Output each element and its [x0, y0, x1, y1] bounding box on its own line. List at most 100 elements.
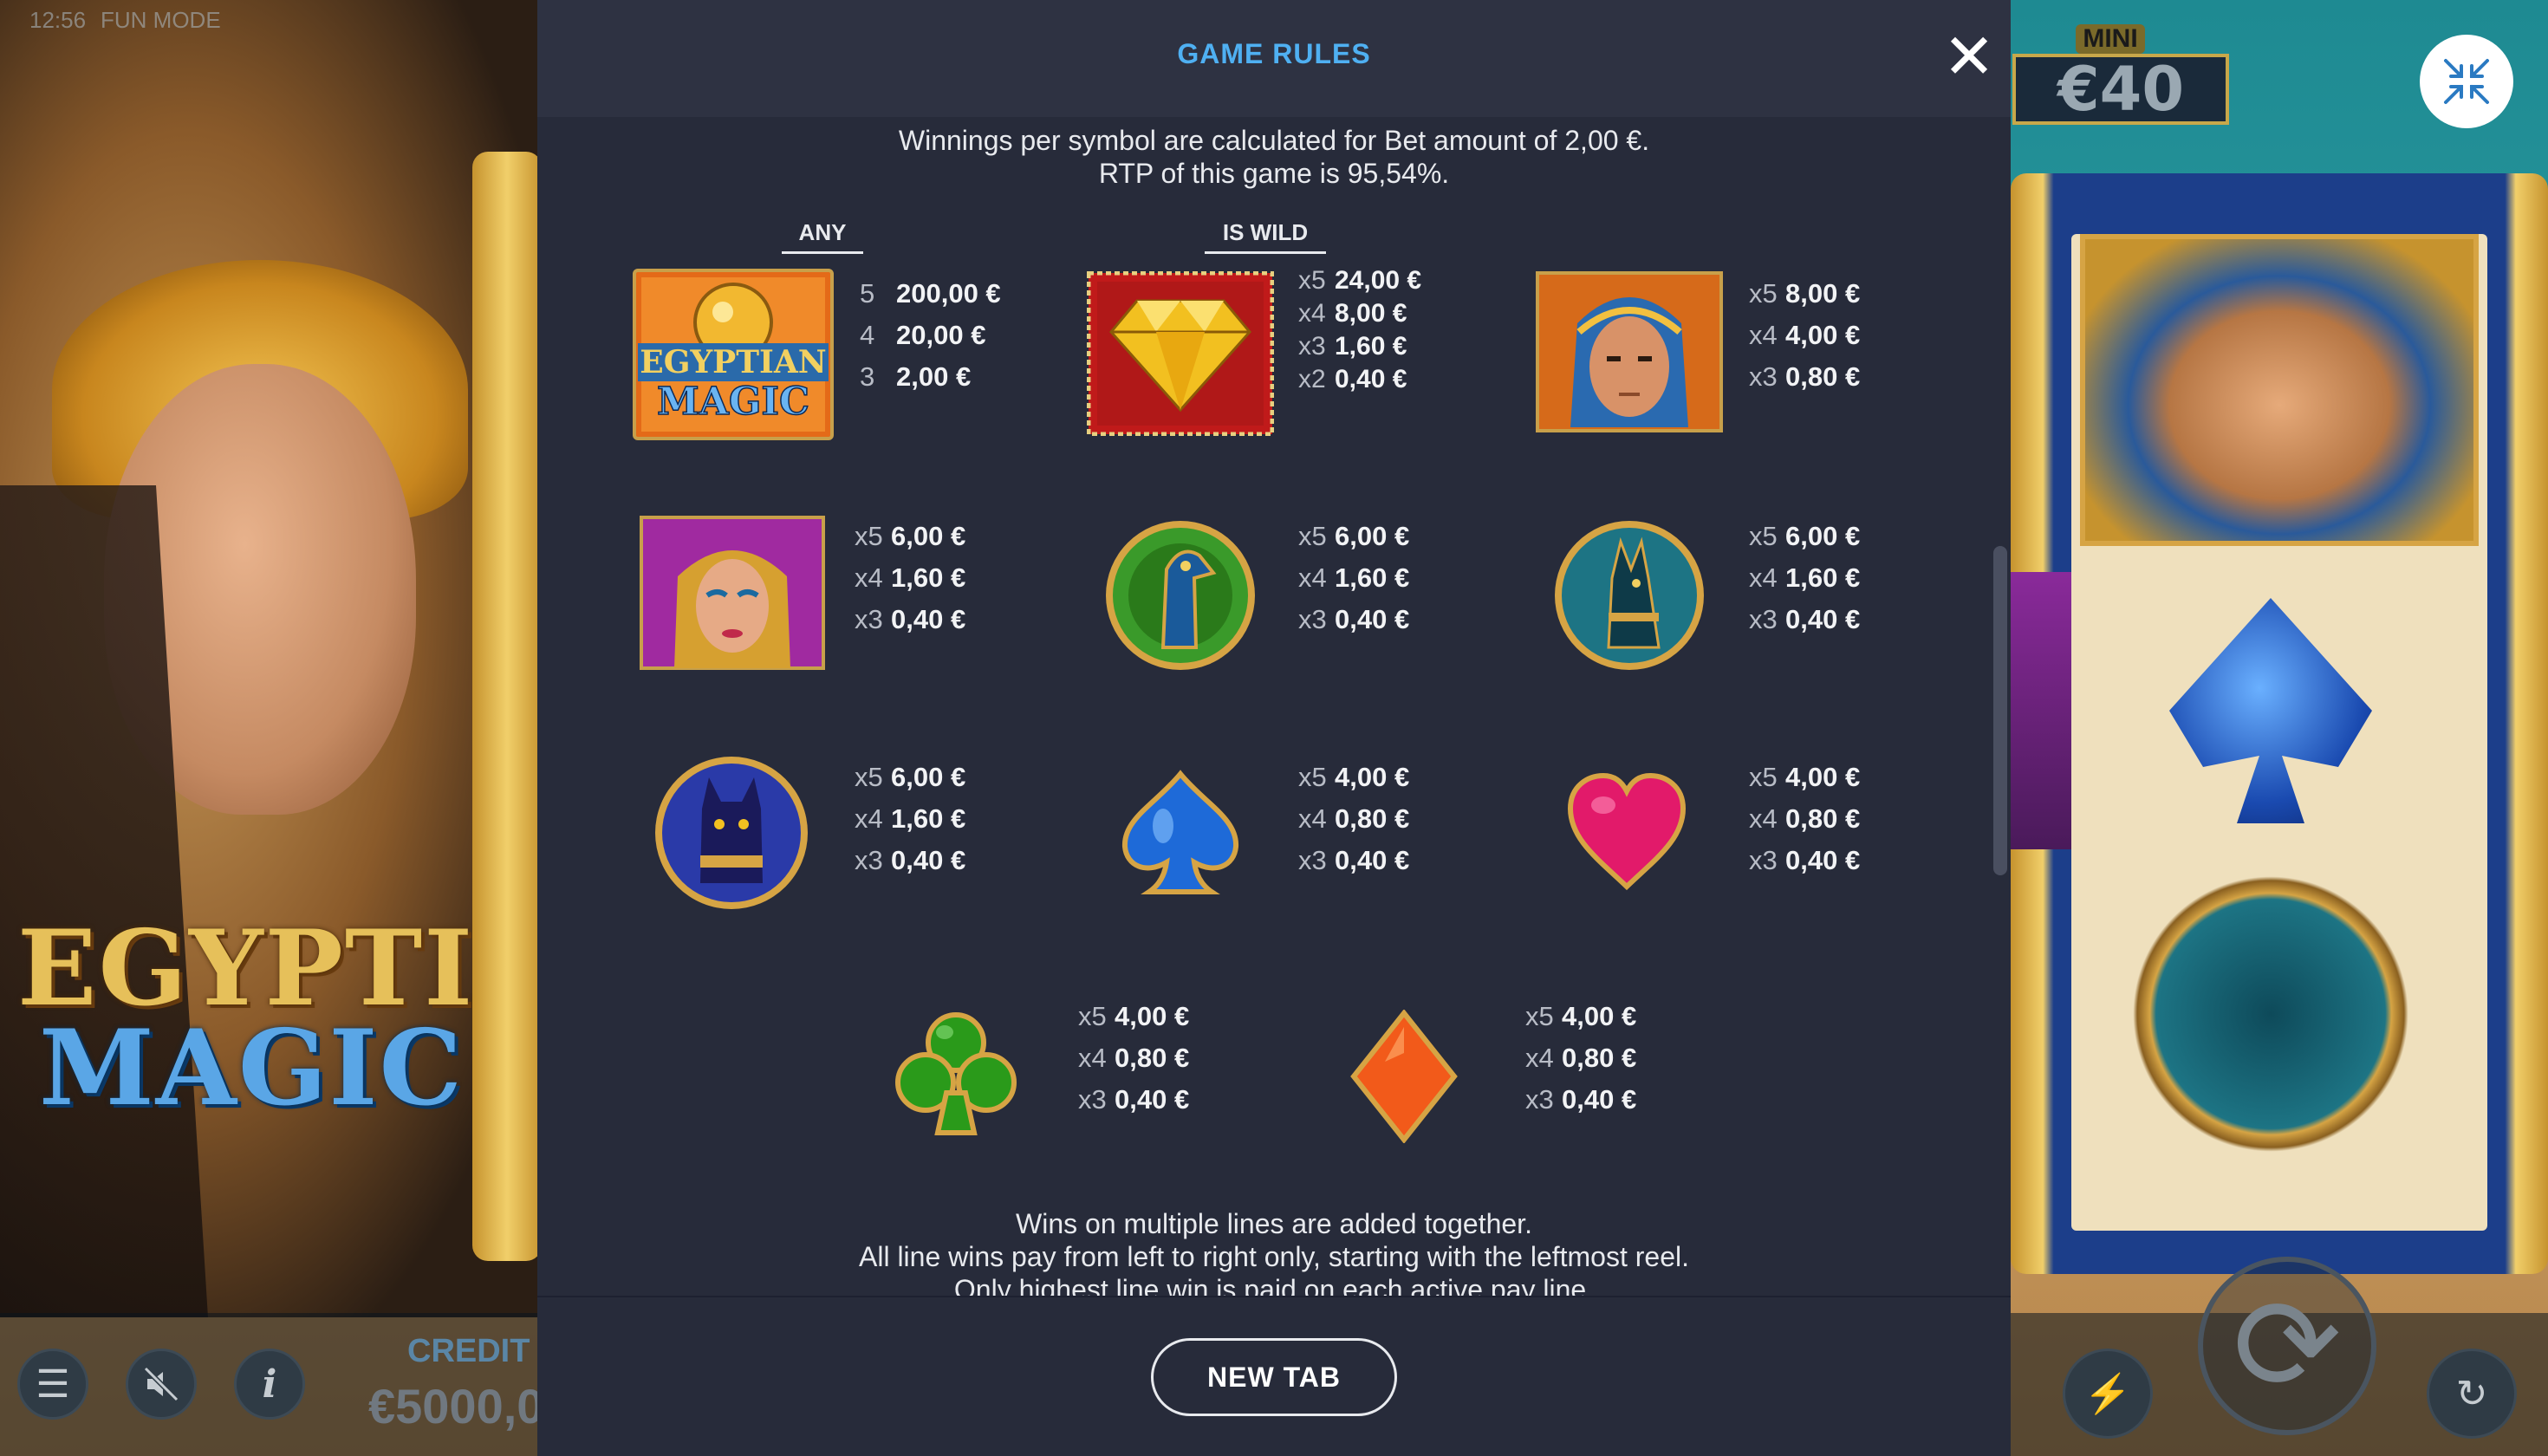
reel-symbol-anubis	[2123, 867, 2418, 1161]
turbo-button[interactable]: ⚡	[2063, 1349, 2153, 1439]
paytable-cleopatra: x5 6,00 € x4 1,60 € x3 0,40 €	[855, 516, 965, 640]
diamond-suit-icon	[1350, 1010, 1458, 1143]
turbo-icon: ⚡	[2083, 1373, 2132, 1415]
pay-row: x4 4,00 €	[1749, 320, 1861, 350]
paytable-pharaoh: x5 8,00 € x4 4,00 € x3 0,80 €	[1749, 273, 1860, 398]
rules-line: Wins on multiple lines are added togethe…	[1016, 1208, 1532, 1239]
reel-frame-left	[472, 152, 542, 1261]
bastet-icon	[655, 757, 808, 909]
rules-line: All line wins pay from left to right onl…	[858, 1241, 1689, 1272]
game-logo-line2: MAGIC	[38, 1007, 465, 1129]
scrollbar-thumb[interactable]	[1993, 546, 2007, 875]
pharaoh-icon	[1536, 271, 1723, 432]
pay-row: x4 0,80 €	[1078, 1043, 1190, 1073]
paytable-spade: x5 4,00 € x4 0,80 € x3 0,40 €	[1298, 757, 1409, 881]
close-button[interactable]: ✕	[1934, 26, 2004, 88]
pay-row: x4 0,80 €	[1298, 803, 1410, 834]
credit-label: CREDIT	[407, 1333, 530, 1369]
intro-bet-text: Winnings per symbol are calculated for B…	[898, 125, 1650, 156]
credit-value: €5000,0	[368, 1379, 544, 1433]
column-header-wild: IS WILD	[1205, 219, 1326, 254]
rules-content[interactable]: Winnings per symbol are calculated for B…	[537, 117, 2011, 1296]
collapse-button[interactable]	[2420, 35, 2513, 128]
rules-text: Wins on multiple lines are added togethe…	[537, 1207, 2011, 1296]
column-header-any: ANY	[782, 219, 863, 254]
reel-symbol-partial	[2011, 572, 2071, 849]
heart-icon	[1567, 772, 1687, 891]
pay-row: x3 0,40 €	[1298, 845, 1410, 875]
menu-button[interactable]: ☰	[17, 1349, 88, 1420]
pay-row: x5 4,00 €	[1298, 762, 1410, 792]
game-rules-dialog: GAME RULES ✕ Winnings per symbol are cal…	[537, 0, 2011, 1456]
spade-icon	[1121, 770, 1239, 894]
pay-row: x4 8,00 €	[1298, 299, 1407, 328]
horus-icon	[1106, 521, 1255, 670]
pay-row: x2 0,40 €	[1298, 365, 1407, 393]
jackpot-mini-label: MINI	[2076, 24, 2145, 54]
pay-row: x4 0,80 €	[1525, 1043, 1637, 1073]
pay-row: x4 1,60 €	[1749, 562, 1861, 593]
autoplay-icon: ↻	[2455, 1372, 2488, 1415]
sound-toggle-button[interactable]	[126, 1349, 197, 1420]
jackpot-mini-value: €40	[2012, 54, 2229, 125]
reel-symbol-pharaoh	[2080, 234, 2479, 546]
wild-diamond-icon	[1087, 271, 1274, 436]
rules-intro: Winnings per symbol are calculated for B…	[537, 124, 2011, 190]
anubis-icon	[1555, 521, 1704, 670]
paytable-bastet: x5 6,00 € x4 1,60 € x3 0,40 €	[855, 757, 965, 881]
pay-row: 4 20,00 €	[860, 320, 986, 350]
pay-row: x4 1,60 €	[1298, 562, 1410, 593]
pay-row: x3 1,60 €	[1298, 332, 1407, 361]
spin-button[interactable]: ⟳	[2198, 1257, 2376, 1435]
autoplay-button[interactable]: ↻	[2427, 1349, 2517, 1439]
paytable-scatter: 5 200,00 € 4 20,00 € 3 2,00 €	[860, 273, 1001, 398]
cleopatra-icon	[640, 516, 825, 670]
club-icon	[895, 1012, 1017, 1135]
pay-row: x3 0,40 €	[855, 845, 966, 875]
rules-line: Only highest line win is paid on each ac…	[953, 1274, 1595, 1296]
intro-rtp-text: RTP of this game is 95,54%.	[1098, 158, 1450, 189]
game-logo-line1: EGYPTIAN	[17, 907, 654, 1030]
paytable-heart: x5 4,00 € x4 0,80 € x3 0,40 €	[1749, 757, 1860, 881]
paytable-wild: x5 24,00 € x4 8,00 € x3 1,60 € x2 0,40 €	[1298, 264, 1421, 396]
pay-row: x3 0,40 €	[1298, 604, 1410, 634]
status-mode: FUN MODE	[101, 7, 221, 33]
paytable-anubis: x5 6,00 € x4 1,60 € x3 0,40 €	[1749, 516, 1860, 640]
game-logo: EGYPTIAN MAGIC	[17, 907, 654, 1129]
pay-row: x3 0,40 €	[1749, 845, 1861, 875]
svg-text:MAGIC: MAGIC	[657, 380, 809, 424]
pay-row: 5 200,00 €	[860, 278, 1001, 309]
new-tab-button[interactable]: NEW TAB	[1151, 1338, 1397, 1416]
info-button[interactable]: i	[234, 1349, 305, 1420]
pay-row: x3 0,40 €	[1078, 1084, 1190, 1115]
sound-off-icon	[143, 1366, 179, 1402]
paytable-diamond-suit: x5 4,00 € x4 0,80 € x3 0,40 €	[1525, 996, 1636, 1121]
pay-row: x5 6,00 €	[855, 762, 966, 792]
pay-row: x5 6,00 €	[855, 521, 966, 551]
pay-row: x3 0,40 €	[1525, 1084, 1637, 1115]
dialog-title: GAME RULES	[1177, 38, 1371, 69]
paytable-club: x5 4,00 € x4 0,80 € x3 0,40 €	[1078, 996, 1189, 1121]
pay-row: x5 6,00 €	[1749, 521, 1861, 551]
pay-row: x5 8,00 €	[1749, 278, 1861, 309]
scatter-egyptian-magic-icon: EGYPTIAN MAGIC	[633, 269, 834, 440]
dialog-header: GAME RULES ✕	[537, 0, 2011, 117]
menu-icon: ☰	[36, 1362, 70, 1406]
spin-icon: ⟳	[2233, 1272, 2342, 1418]
close-icon: ✕	[1942, 23, 1996, 92]
paytable-horus: x5 6,00 € x4 1,60 € x3 0,40 €	[1298, 516, 1409, 640]
status-time: 12:56	[29, 7, 87, 33]
pay-row: x3 0,40 €	[1749, 604, 1861, 634]
pay-row: x5 6,00 €	[1298, 521, 1410, 551]
collapse-icon	[2444, 59, 2489, 104]
pay-row: x4 1,60 €	[855, 562, 966, 593]
pay-row: x4 0,80 €	[1749, 803, 1861, 834]
info-icon: i	[262, 1362, 277, 1407]
pay-row: 3 2,00 €	[860, 361, 972, 392]
pay-row: x5 4,00 €	[1078, 1001, 1190, 1031]
pay-row: x3 0,80 €	[1749, 361, 1861, 392]
pay-row: x5 24,00 €	[1298, 266, 1422, 295]
pay-row: x3 0,40 €	[855, 604, 966, 634]
pay-row: x5 4,00 €	[1525, 1001, 1637, 1031]
pay-row: x4 1,60 €	[855, 803, 966, 834]
